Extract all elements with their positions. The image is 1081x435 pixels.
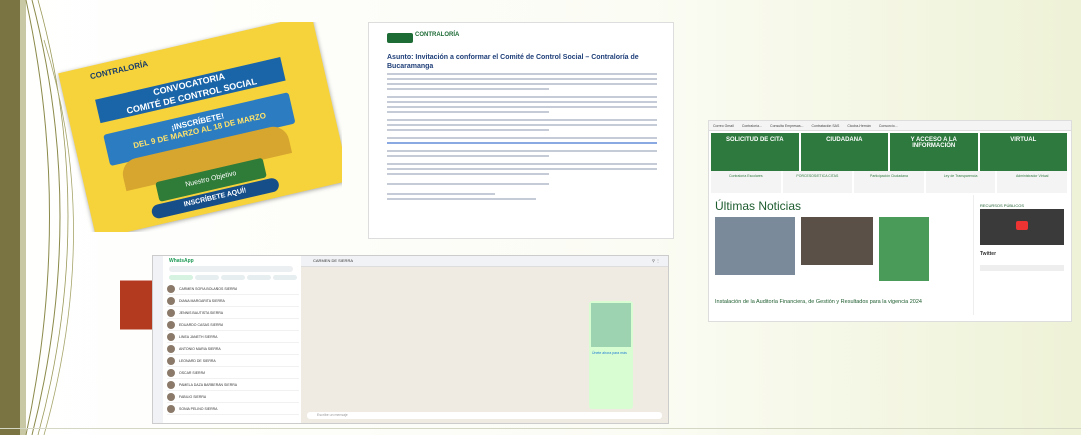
bookmark[interactable]: Consulta Empresas...: [770, 124, 803, 128]
bookmarks-bar: Correo Gmail Contraloría... Consulta Emp…: [709, 121, 1071, 131]
bookmark[interactable]: Contratación SAS: [812, 124, 840, 128]
avatar: [167, 320, 175, 329]
list-item[interactable]: OSCAR SIERRA: [167, 367, 299, 379]
sidebar: RECURSOS PÚBLICOS Twitter: [973, 195, 1070, 315]
email-body: [387, 73, 657, 203]
bookmark[interactable]: Cicoba-Hernán: [847, 124, 871, 128]
subcard[interactable]: Participación Ciudadana: [854, 171, 924, 193]
news-image[interactable]: [715, 217, 795, 275]
card[interactable]: SOLICITUD DE CITA: [711, 133, 799, 171]
email-subject: Asunto: Invitación a conformar el Comité…: [387, 54, 639, 70]
bookmark[interactable]: Correo Gmail: [713, 124, 734, 128]
bookmark[interactable]: Contraloría...: [742, 124, 762, 128]
poster-org: CONTRALORÍA: [89, 59, 149, 82]
list-item[interactable]: CARMEN SOFIA BOLAÑOS SIERRA: [167, 283, 299, 295]
avatar: [167, 368, 175, 377]
whatsapp-chat-list: WhatsApp CARMEN SOFIA BOLAÑOS SIERRA DIA…: [163, 256, 302, 423]
chat-name: CARMEN SOFIA BOLAÑOS SIERRA: [179, 286, 238, 291]
avatar: [167, 392, 175, 401]
tab-other[interactable]: [273, 275, 297, 280]
message-bubble[interactable]: Únete ahora para más: [589, 301, 633, 409]
login-input[interactable]: [980, 265, 1064, 271]
chat-name: LEONARD DE SIERRA: [179, 358, 216, 363]
whatsapp-title: WhatsApp: [169, 258, 194, 264]
whatsapp-filter-tabs: [169, 275, 297, 280]
chat-header: CARMEN DE SIERRA ⚲ ⋮: [301, 256, 668, 267]
bottom-divider: [0, 428, 1081, 429]
list-item[interactable]: EDUARDO CASAS SIERRA: [167, 319, 299, 331]
card[interactable]: Y ACCESO A LA INFORMACIÓN: [890, 133, 978, 171]
list-item[interactable]: SONIA PELINO SIERRA: [167, 403, 299, 415]
avatar: [167, 404, 175, 413]
chat-name: LINEA JANETH SIERRA: [179, 334, 218, 339]
news-image[interactable]: [879, 217, 929, 281]
twitter-heading: Twitter: [980, 251, 997, 257]
avatar: [167, 296, 175, 305]
chat-name: JENNIS BAUTISTA SIERRA: [179, 310, 224, 315]
chat-name: FABILIO SIERRA: [179, 394, 207, 399]
side-title: RECURSOS PÚBLICOS: [980, 203, 1025, 208]
card[interactable]: VIRTUAL: [979, 133, 1067, 171]
service-subcards: Contraloría Escolares PORCESOS/ETICA CIT…: [711, 171, 1067, 193]
list-item[interactable]: JENNIS BAUTISTA SIERRA: [167, 307, 299, 319]
poster-thumbnail[interactable]: [591, 303, 631, 347]
avatar: [167, 380, 175, 389]
subcard[interactable]: PORCESOS/ETICA CITAS: [782, 171, 853, 193]
list-item[interactable]: PAMELA DAZA BARBERÁN SIERRA: [167, 379, 299, 391]
whatsapp-search-input[interactable]: [169, 266, 293, 272]
avatar: [167, 308, 175, 317]
chat-name: EDUARDO CASAS SIERRA: [179, 322, 224, 327]
list-item[interactable]: FABILIO SIERRA: [167, 391, 299, 403]
chat-name: SONIA PELINO SIERRA: [179, 406, 218, 411]
list-item[interactable]: LINEA JANETH SIERRA: [167, 331, 299, 343]
tab-unread[interactable]: [195, 275, 219, 280]
tab-all[interactable]: [169, 275, 193, 280]
news-headline-link[interactable]: Instalación de la Auditoría Financiera, …: [715, 299, 922, 305]
subcard[interactable]: Ley de Transparencia: [925, 171, 996, 193]
video-thumbnail[interactable]: [980, 209, 1064, 245]
service-cards: SOLICITUD DE CITA CIUDADANA Y ACCESO A L…: [711, 133, 1067, 171]
avatar: [167, 284, 175, 293]
left-stripe: [0, 0, 20, 435]
email-brand: CONTRALORÍA: [415, 32, 460, 38]
chat-name: DIANA MARGARITA SIERRA: [179, 298, 225, 303]
poster-card: CONTRALORÍA CONVOCATORIA COMITÉ DE CONTR…: [58, 22, 342, 232]
message-input[interactable]: Escribe un mensaje: [307, 412, 662, 419]
list-item[interactable]: DIANA MARGARITA SIERRA: [167, 295, 299, 307]
chat-items: CARMEN SOFIA BOLAÑOS SIERRA DIANA MARGAR…: [167, 283, 299, 415]
news-image[interactable]: [801, 217, 873, 265]
avatar: [167, 332, 175, 341]
chat-name: OSCAR SIERRA: [179, 370, 206, 375]
email-document: CONTRALORÍA Asunto: Invitación a conform…: [368, 22, 674, 239]
tab-groups[interactable]: [247, 275, 271, 280]
subcard[interactable]: Administrador Virtual: [997, 171, 1067, 193]
chat-name: ANTONIO MARIA SIERRA: [179, 346, 221, 351]
bookmark[interactable]: Consorcio...: [879, 124, 898, 128]
website-screenshot: Correo Gmail Contraloría... Consulta Emp…: [708, 120, 1072, 322]
avatar: [167, 344, 175, 353]
poster-image: CONTRALORÍA CONVOCATORIA COMITÉ DE CONTR…: [44, 22, 342, 232]
contraloria-logo-icon: [387, 33, 413, 43]
whatsapp-chat-pane: CARMEN DE SIERRA ⚲ ⋮ Únete ahora para má…: [301, 256, 668, 423]
news-heading: Últimas Noticias: [715, 199, 802, 213]
whatsapp-window: WhatsApp CARMEN SOFIA BOLAÑOS SIERRA DIA…: [152, 255, 669, 424]
tab-favorites[interactable]: [221, 275, 245, 280]
list-item[interactable]: LEONARD DE SIERRA: [167, 355, 299, 367]
avatar: [167, 356, 175, 365]
subcard[interactable]: Contraloría Escolares: [711, 171, 781, 193]
search-icon[interactable]: ⚲ ⋮: [652, 258, 660, 263]
card[interactable]: CIUDADANA: [800, 133, 888, 171]
chat-name: PAMELA DAZA BARBERÁN SIERRA: [179, 382, 238, 387]
chat-title: CARMEN DE SIERRA: [313, 258, 354, 263]
bubble-label: Únete ahora para más: [592, 351, 627, 355]
list-item[interactable]: ANTONIO MARIA SIERRA: [167, 343, 299, 355]
play-icon[interactable]: [1016, 221, 1028, 230]
